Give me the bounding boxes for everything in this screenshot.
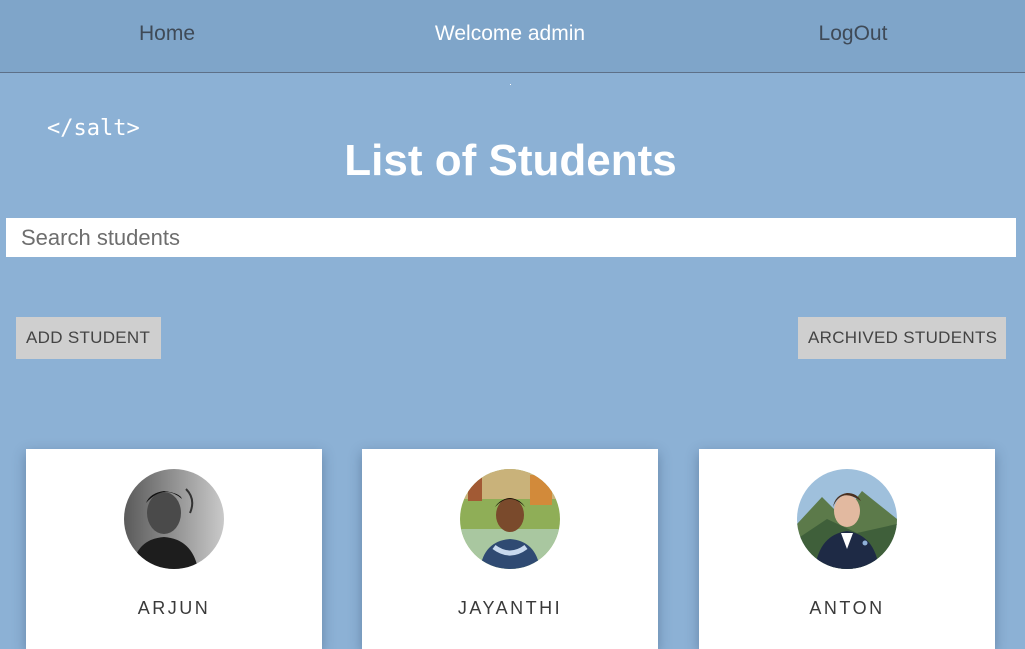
student-avatar	[797, 469, 897, 569]
divider-dot	[510, 84, 511, 85]
student-name: ARJUN	[137, 598, 211, 618]
student-name: ANTON	[809, 598, 885, 618]
nav-home-link[interactable]: Home	[17, 0, 317, 68]
top-navbar: Home Welcome admin LogOut	[0, 0, 1025, 73]
logout-link[interactable]: LogOut	[703, 0, 1003, 68]
student-card[interactable]: JAYANTHI	[362, 449, 658, 649]
student-avatar	[460, 469, 560, 569]
search-input[interactable]	[6, 218, 1016, 257]
page-title: List of Students	[344, 136, 677, 185]
student-card[interactable]: ARJUN	[26, 449, 322, 649]
welcome-message: Welcome admin	[434, 22, 586, 45]
student-name: JAYANTHI	[457, 598, 563, 618]
student-avatar	[124, 469, 224, 569]
add-student-button[interactable]: ADD STUDENT	[16, 317, 161, 359]
student-card[interactable]: ANTON	[699, 449, 995, 649]
archived-students-button[interactable]: ARCHIVED STUDENTS	[798, 317, 1006, 359]
